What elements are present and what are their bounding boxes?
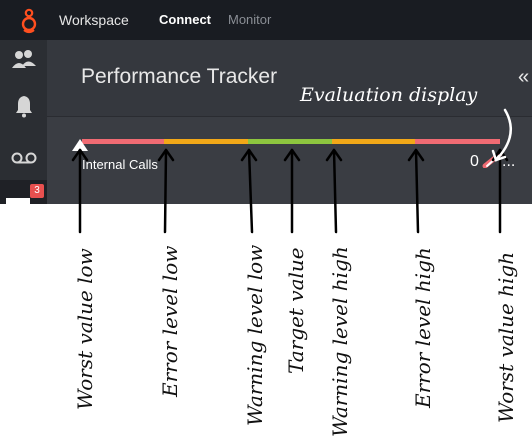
- annotation-warning-level-high: Warning level high: [328, 246, 352, 437]
- voicemail-icon: [11, 152, 36, 164]
- evaluation-marker-icon: [482, 151, 503, 168]
- annotation-target-value: Target value: [284, 247, 308, 374]
- annotation-worst-value-low: Worst value low: [73, 248, 97, 410]
- annotation-worst-value-high: Worst value high: [494, 251, 518, 423]
- metric-label: Internal Calls: [82, 157, 158, 172]
- sidebar: 3: [0, 40, 47, 204]
- nav-monitor[interactable]: Monitor: [228, 12, 271, 27]
- sidebar-item-notifications[interactable]: [0, 86, 47, 126]
- top-bar: Workspace Connect Monitor: [0, 0, 532, 40]
- annotation-evaluation-display: Evaluation display: [300, 84, 478, 106]
- contacts-icon: [11, 50, 36, 68]
- annotation-error-level-high: Error level high: [411, 247, 435, 408]
- metric-more[interactable]: ...: [502, 153, 515, 171]
- sidebar-item-voicemail[interactable]: [0, 138, 47, 178]
- bell-icon: [15, 96, 32, 118]
- segment-warning-low: [164, 139, 248, 144]
- current-value-marker-icon: [72, 139, 88, 151]
- performance-tracker-panel: Performance Tracker «: [47, 40, 532, 204]
- sidebar-item-contacts[interactable]: [0, 40, 47, 80]
- messages-badge: 3: [30, 184, 44, 198]
- annotation-warning-level-low: Warning level low: [243, 244, 267, 426]
- sidebar-item-messages[interactable]: 3: [0, 180, 47, 204]
- nav-workspace[interactable]: Workspace: [59, 12, 129, 28]
- segment-error-high: [415, 139, 500, 144]
- segment-warning-high: [332, 139, 415, 144]
- segment-target: [248, 139, 332, 144]
- metric-value: 0: [470, 153, 479, 170]
- nav-connect[interactable]: Connect: [159, 12, 211, 27]
- collapse-button[interactable]: «: [518, 66, 529, 89]
- performance-gauge-bar: [82, 139, 500, 144]
- panel-title: Performance Tracker: [81, 65, 278, 88]
- genesys-logo-icon: [21, 8, 37, 34]
- messages-icon: [6, 198, 30, 204]
- annotation-error-level-low: Error level low: [158, 245, 182, 397]
- segment-error-low: [82, 139, 164, 144]
